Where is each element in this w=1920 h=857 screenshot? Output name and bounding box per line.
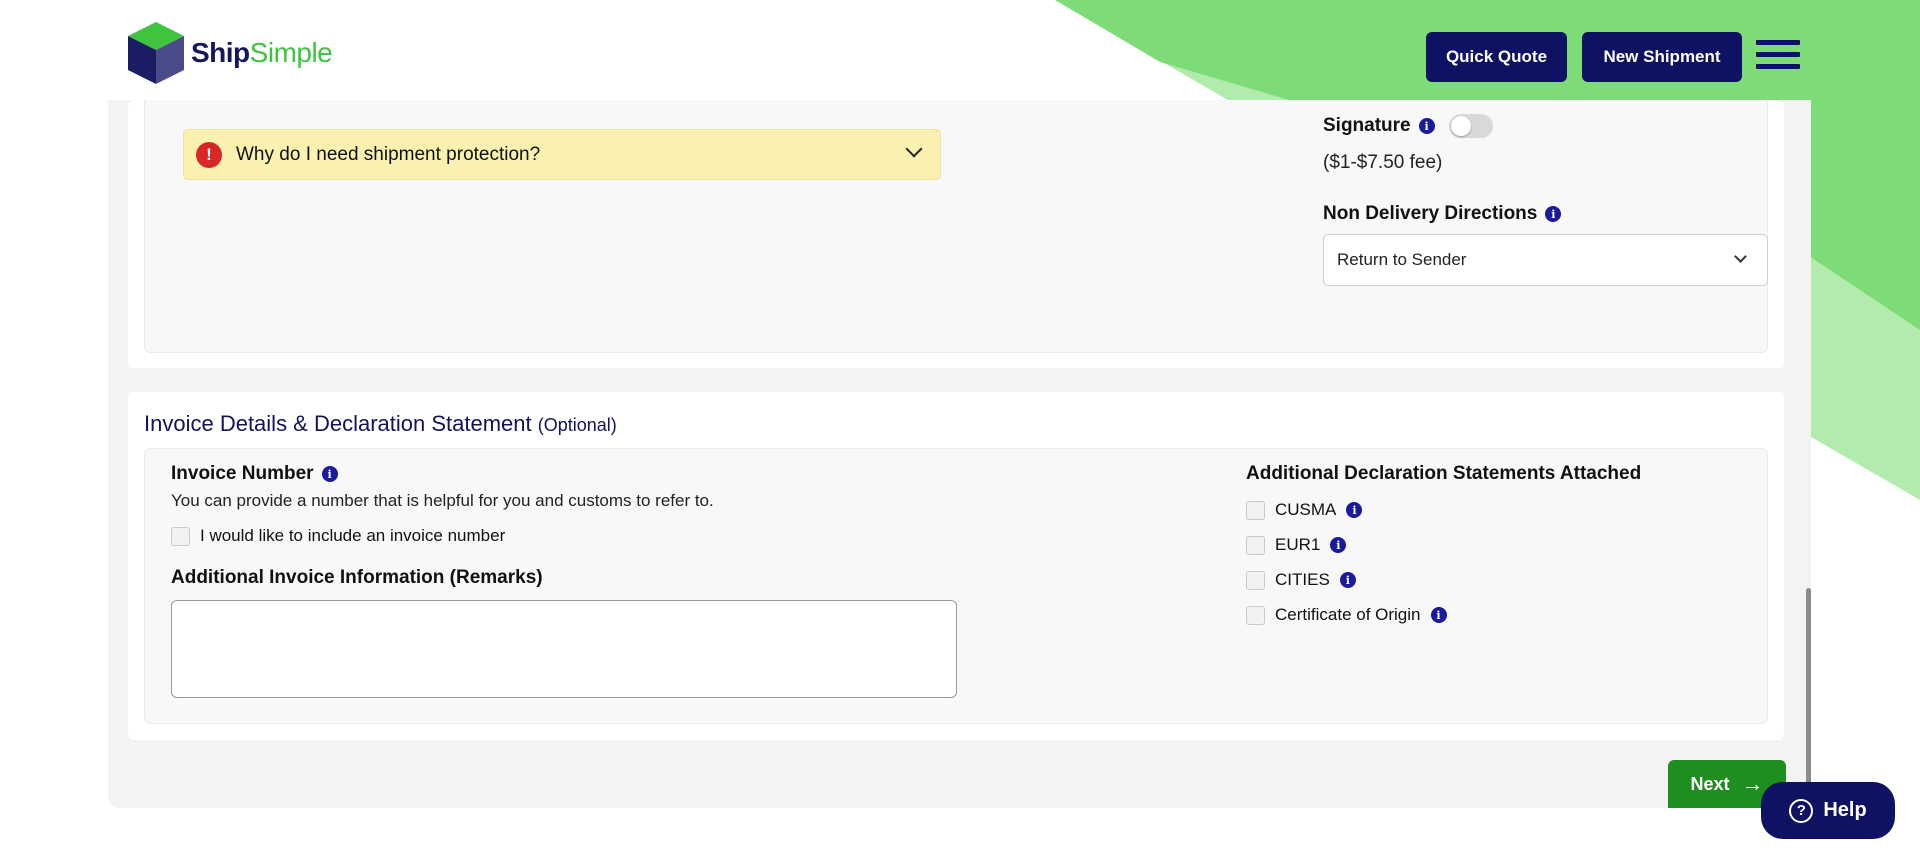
checkbox-label: I would like to include an invoice numbe… <box>200 526 506 545</box>
invoice-section-title: Invoice Details & Declaration Statement … <box>144 411 617 436</box>
checkbox-box[interactable] <box>1246 605 1265 625</box>
signature-label: Signature <box>1323 115 1411 136</box>
info-icon[interactable]: i <box>1339 572 1356 588</box>
checkbox-label: CITIES <box>1275 570 1330 589</box>
signature-fee: ($1-$7.50 fee) <box>1323 152 1443 173</box>
checkbox-box[interactable] <box>1246 570 1265 590</box>
chevron-down-icon <box>1734 250 1747 263</box>
declaration-cusma-checkbox[interactable]: CUSMA i <box>1246 500 1363 520</box>
invoice-card: Invoice Details & Declaration Statement … <box>128 392 1784 740</box>
info-icon[interactable]: i <box>1346 502 1363 518</box>
declarations-title: Additional Declaration Statements Attach… <box>1246 463 1642 484</box>
declaration-cities-checkbox[interactable]: CITIES i <box>1246 570 1356 590</box>
shipsimple-logo[interactable]: ShipSimple <box>125 20 335 86</box>
protection-section: ! Why do I need shipment protection? Sig… <box>144 100 1768 353</box>
info-icon[interactable]: i <box>321 466 338 482</box>
info-icon[interactable]: i <box>1418 118 1435 134</box>
signature-row: Signature i <box>1323 114 1493 138</box>
alert-icon: ! <box>196 141 222 168</box>
checkbox-box[interactable] <box>1246 535 1265 555</box>
non-delivery-label: Non Delivery Directions <box>1323 203 1538 224</box>
checkbox-box[interactable] <box>171 526 190 546</box>
info-icon[interactable]: i <box>1330 537 1347 553</box>
scrollbar-thumb[interactable] <box>1806 588 1811 808</box>
invoice-number-label: Invoice Number <box>171 463 314 484</box>
info-icon[interactable]: i <box>1545 206 1562 222</box>
checkbox-box[interactable] <box>1246 500 1265 520</box>
logo-cube-icon <box>128 22 184 84</box>
menu-icon[interactable] <box>1756 40 1800 74</box>
invoice-number-help: You can provide a number that is helpful… <box>171 491 714 510</box>
new-shipment-button[interactable]: New Shipment <box>1582 32 1742 82</box>
invoice-section: Invoice Number i You can provide a numbe… <box>144 448 1768 724</box>
checkbox-label: Certificate of Origin <box>1275 605 1421 624</box>
declaration-eur1-checkbox[interactable]: EUR1 i <box>1246 535 1347 555</box>
invoice-number-label-row: Invoice Number i <box>171 463 338 485</box>
remarks-textarea[interactable] <box>171 600 957 698</box>
checkbox-label: EUR1 <box>1275 535 1321 554</box>
help-button[interactable]: ? Help <box>1761 782 1895 839</box>
info-icon[interactable]: i <box>1430 607 1447 623</box>
signature-toggle[interactable] <box>1448 114 1493 138</box>
non-delivery-value: Return to Sender <box>1337 250 1467 269</box>
non-delivery-select[interactable]: Return to Sender <box>1323 234 1768 286</box>
quick-quote-button[interactable]: Quick Quote <box>1426 32 1567 82</box>
help-icon: ? <box>1789 798 1814 823</box>
protection-card: ! Why do I need shipment protection? Sig… <box>128 100 1784 368</box>
optional-tag: (Optional) <box>537 415 617 435</box>
alert-text: Why do I need shipment protection? <box>236 143 541 165</box>
non-delivery-label-row: Non Delivery Directions i <box>1323 203 1562 225</box>
declaration-certificate-of-origin-checkbox[interactable]: Certificate of Origin i <box>1246 605 1447 625</box>
include-invoice-number-checkbox[interactable]: I would like to include an invoice numbe… <box>171 526 505 546</box>
logo-wordmark: ShipSimple <box>191 37 333 68</box>
protection-info-accordion[interactable]: ! Why do I need shipment protection? <box>183 129 941 180</box>
arrow-right-icon: → <box>1741 771 1764 796</box>
shipment-form-panel: ! Why do I need shipment protection? Sig… <box>108 100 1811 808</box>
chevron-down-icon <box>905 140 923 158</box>
remarks-label: Additional Invoice Information (Remarks) <box>171 567 543 588</box>
checkbox-label: CUSMA <box>1275 500 1337 519</box>
